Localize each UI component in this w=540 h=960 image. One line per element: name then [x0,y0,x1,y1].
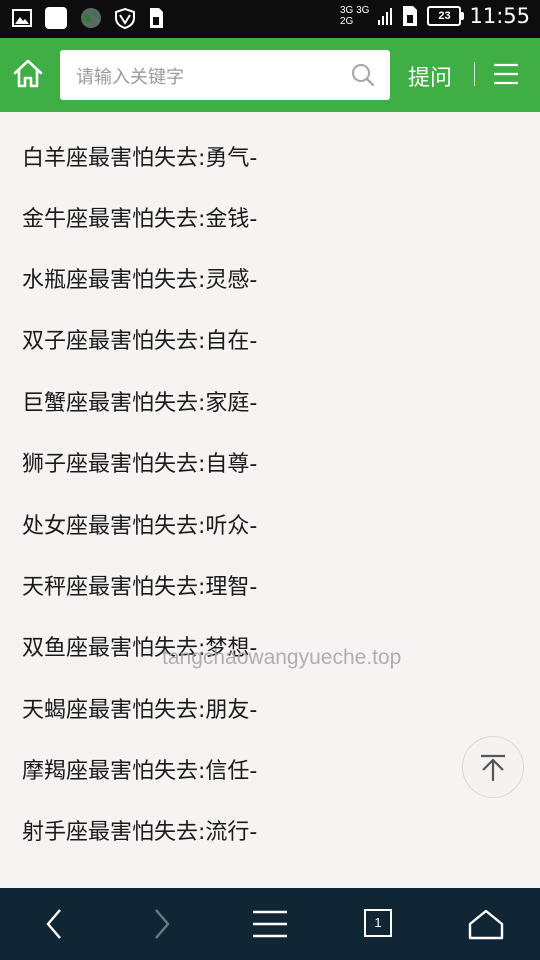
home-icon[interactable] [10,56,46,92]
sim-card-icon [403,6,418,26]
bottom-nav-bar [0,888,540,960]
sim-icon [150,8,163,28]
list-item: 射手座最害怕失去:流行- [22,820,258,845]
list-item: 天蝎座最害怕失去:朋友- [22,698,258,723]
top-header: 请输入关键字 提问 [0,38,540,112]
notification-icon [45,7,67,29]
list-item: 处女座最害怕失去:听众- [22,514,258,539]
tabs-icon[interactable]: 1 [364,909,392,937]
arrow-up-icon [481,754,505,781]
search-placeholder: 请输入关键字 [76,67,184,88]
signal-icon [378,8,393,25]
home-icon[interactable] [466,908,506,940]
list-item: 白羊座最害怕失去:勇气- [22,146,258,171]
network-indicator: 3G 3G 2G [340,5,369,27]
battery-indicator: 23 [427,6,465,26]
network-bottom-label: 2G [340,16,354,27]
back-to-top-button[interactable] [462,736,524,798]
status-bar: 3G 3G 2G 23 11:55 [0,0,540,38]
ask-question-button[interactable]: 提问 [408,60,452,92]
list-item: 金牛座最害怕失去:金钱- [22,207,258,232]
network-top-label: 3G 3G [340,5,370,16]
globe-icon [81,8,101,28]
list-item: 摩羯座最害怕失去:信任- [22,759,258,784]
status-right-icons: 3G 3G 2G 23 11:55 [340,4,530,28]
menu-icon[interactable] [250,908,290,940]
gallery-icon [12,9,32,27]
status-left-icons [12,6,164,30]
menu-icon[interactable] [492,62,520,86]
forward-icon[interactable] [142,908,182,940]
list-item: 巨蟹座最害怕失去:家庭- [22,391,258,416]
header-divider [474,62,475,86]
search-icon[interactable] [350,62,376,88]
clock: 11:55 [469,4,530,28]
list-item: 水瓶座最害怕失去:灵感- [22,268,258,293]
back-icon[interactable] [36,908,76,940]
watermark-text: tangchaowangyueche.top [162,646,402,669]
list-item: 狮子座最害怕失去:自尊- [22,452,258,477]
list-item: 天秤座最害怕失去:理智- [22,575,258,600]
vpn-icon [115,7,135,29]
zodiac-list: 白羊座最害怕失去:勇气- 金牛座最害怕失去:金钱- 水瓶座最害怕失去:灵感- 双… [0,112,540,888]
list-item: 双子座最害怕失去:自在- [22,329,258,354]
search-input[interactable]: 请输入关键字 [60,50,390,100]
